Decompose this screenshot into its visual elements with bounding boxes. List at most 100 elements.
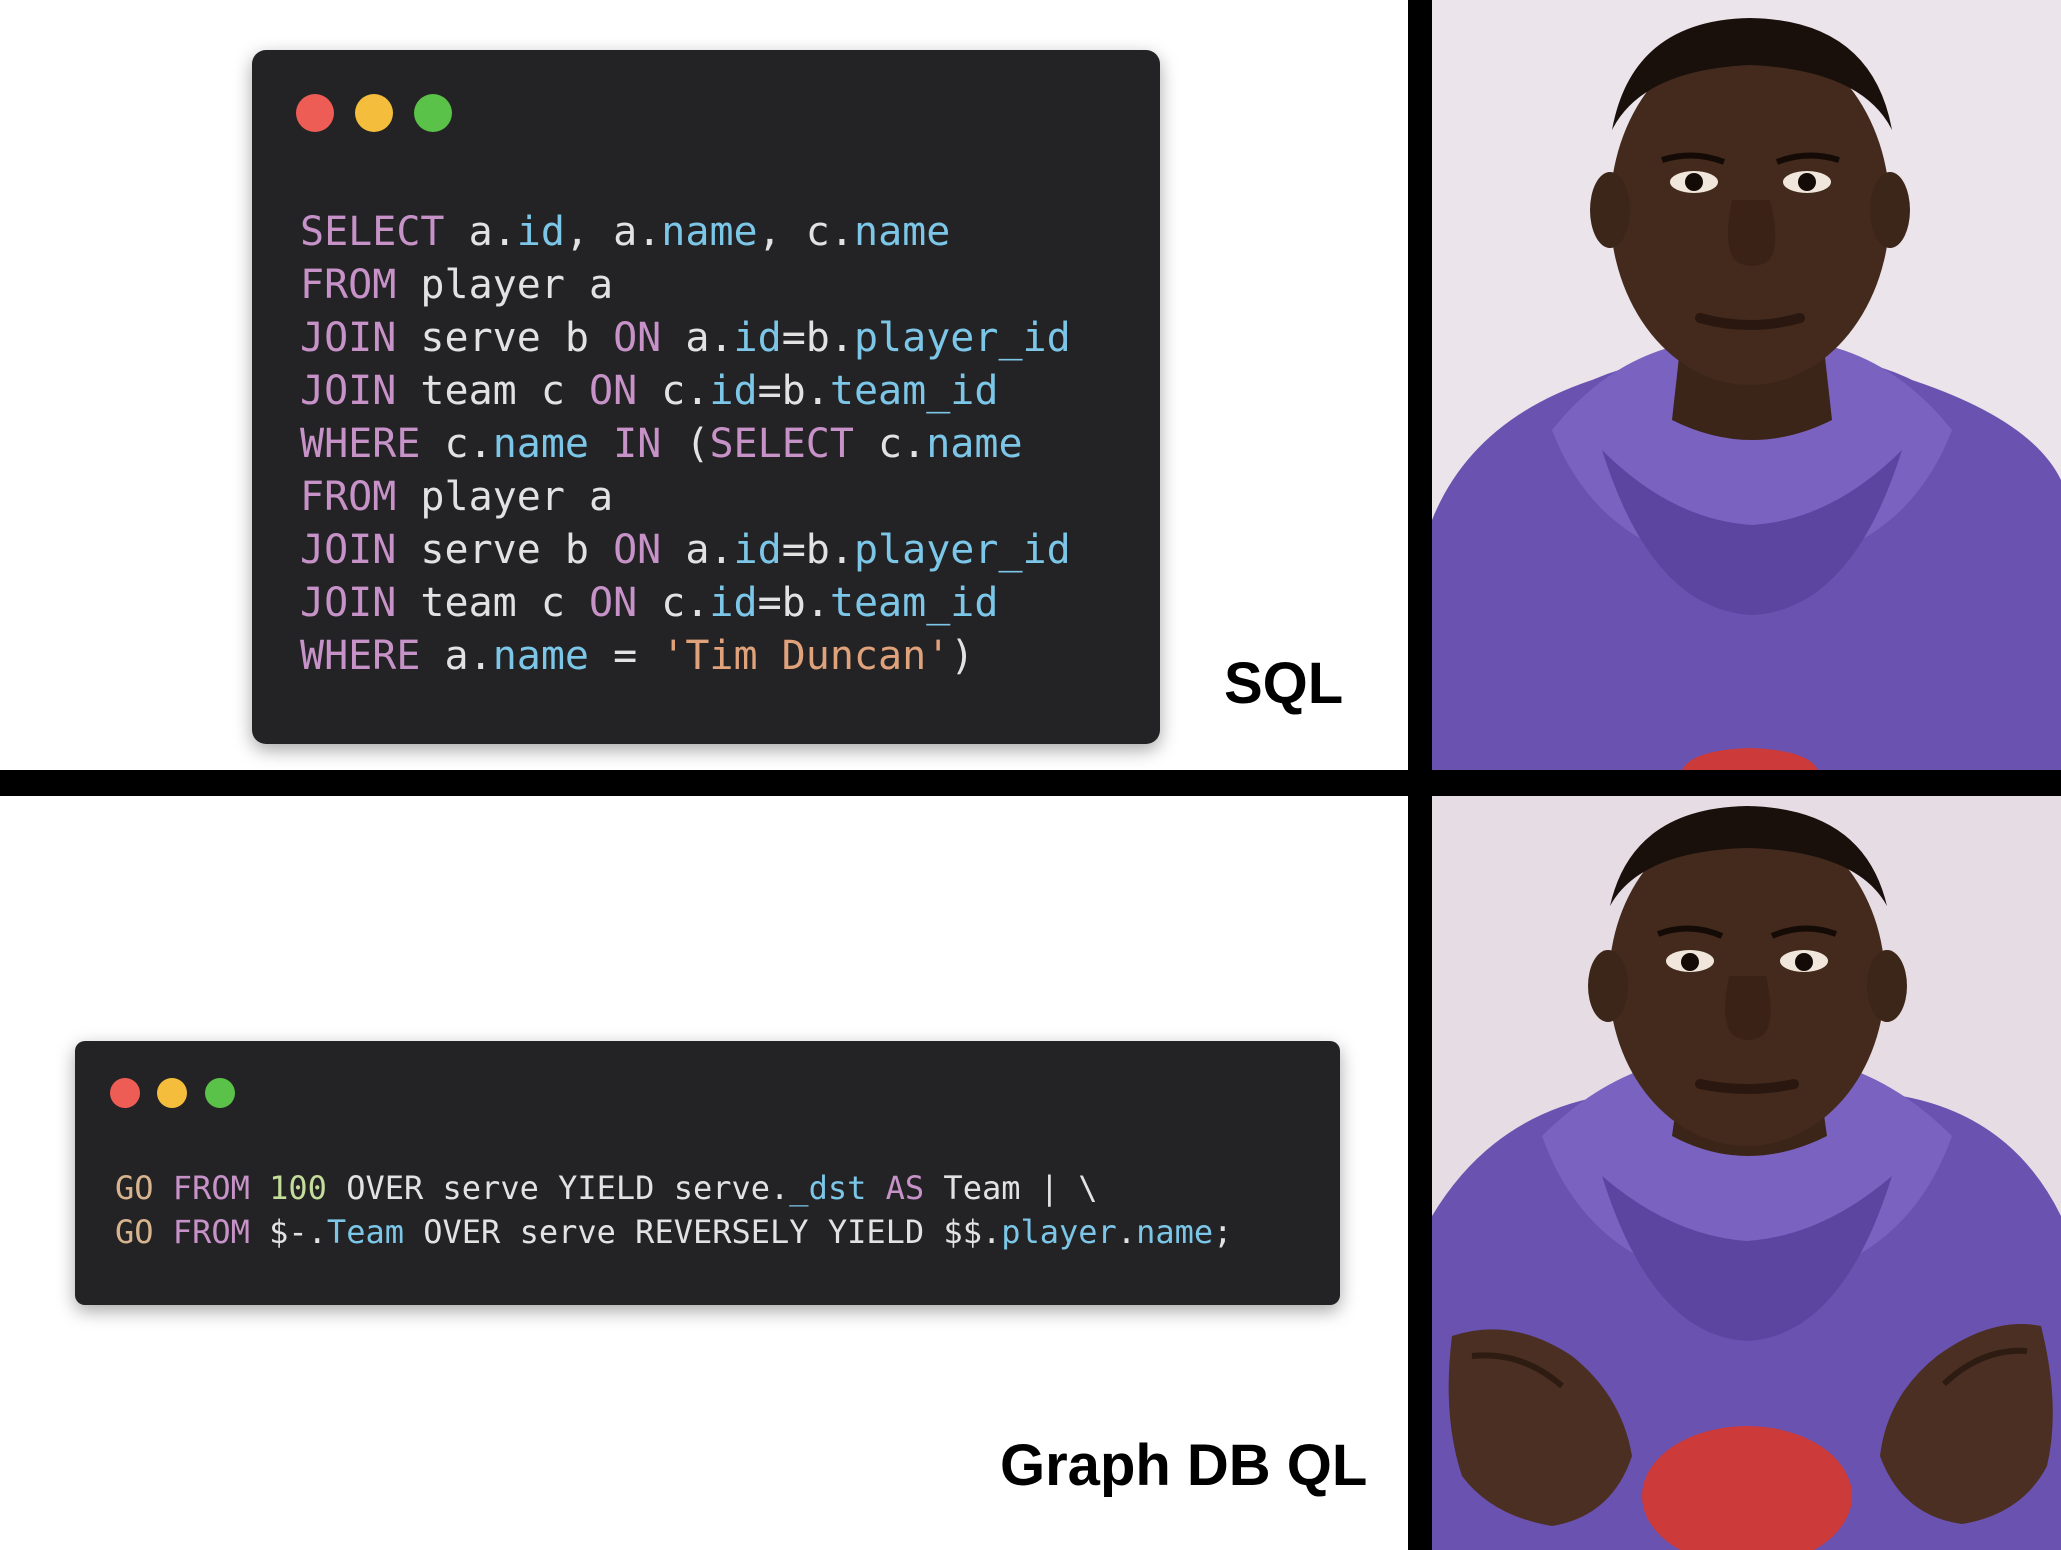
code-token: . [637, 209, 662, 255]
code-token: OVER serve REVERSELY YIELD $$ [403, 1213, 982, 1251]
code-token: a [420, 633, 469, 679]
code-token: name [853, 209, 951, 255]
close-dot-icon [296, 94, 334, 132]
code-token: team c [396, 580, 589, 626]
person-neutral-illustration [1432, 0, 2061, 770]
code-token: a [589, 209, 638, 255]
code-token: player_id [853, 527, 1071, 573]
code-token: Team | \ [924, 1169, 1098, 1207]
code-token: AS [885, 1169, 925, 1207]
code-token: ON [588, 580, 638, 626]
code-token: SELECT [300, 209, 445, 255]
code-token: a [661, 527, 710, 573]
code-line: JOIN serve b ON a.id=b.player_id [300, 315, 1071, 361]
code-token: =b [781, 315, 830, 361]
code-token: IN [613, 421, 662, 467]
code-token: id [733, 527, 782, 573]
code-token: ( [661, 421, 710, 467]
horizontal-divider [0, 770, 2061, 796]
code-line: SELECT a.id, a.name, c.name [300, 209, 950, 255]
code-token: . [468, 421, 493, 467]
code-token: player_id [853, 315, 1071, 361]
code-token: player a [396, 262, 614, 308]
bottom-reaction-photo [1432, 796, 2061, 1550]
code-token: FROM [300, 262, 397, 308]
code-token: FROM [172, 1169, 250, 1207]
code-token: =b [757, 580, 806, 626]
code-token: . [805, 368, 830, 414]
code-token: c [637, 368, 686, 414]
sql-code-block: SELECT a.id, a.name, c.name FROM player … [300, 206, 1071, 683]
code-token: 'Tim Duncan' [661, 633, 951, 679]
vertical-divider [1408, 0, 1432, 1550]
code-token: . [902, 421, 927, 467]
code-token: c [781, 209, 830, 255]
code-line: WHERE c.name IN (SELECT c.name [300, 421, 1023, 467]
code-token: name [661, 209, 758, 255]
top-reaction-photo [1432, 0, 2061, 770]
code-token: a [661, 315, 710, 361]
code-token: _dst [789, 1169, 867, 1207]
code-token: c [420, 421, 469, 467]
code-token: . [492, 209, 517, 255]
code-token: . [805, 580, 830, 626]
code-line: JOIN serve b ON a.id=b.player_id [300, 527, 1071, 573]
minimize-dot-icon [355, 94, 393, 132]
code-token: name [492, 421, 590, 467]
person-shrug-illustration [1432, 796, 2061, 1550]
code-token: WHERE [300, 633, 421, 679]
sql-code-window: SELECT a.id, a.name, c.name FROM player … [252, 50, 1160, 744]
code-line: GO FROM $-.Team OVER serve REVERSELY YIE… [115, 1213, 1232, 1251]
sql-label: SQL [1224, 651, 1344, 716]
code-token: . [685, 368, 710, 414]
graph-ql-code-block: GO FROM 100 OVER serve YIELD serve._dst … [115, 1166, 1232, 1254]
minimize-dot-icon [157, 1078, 187, 1108]
code-token: player [1001, 1213, 1117, 1251]
code-token: . [829, 315, 854, 361]
code-token: c [637, 580, 686, 626]
code-token: WHERE [300, 421, 421, 467]
code-token: , [757, 209, 782, 255]
code-line: GO FROM 100 OVER serve YIELD serve._dst … [115, 1169, 1098, 1207]
code-token: ON [613, 315, 662, 361]
code-line: FROM player a [300, 262, 613, 308]
code-token: . [709, 527, 734, 573]
close-dot-icon [110, 1078, 140, 1108]
code-token: . [685, 580, 710, 626]
code-token: . [770, 1169, 790, 1207]
code-token: GO [115, 1213, 154, 1251]
top-meme-panel: SELECT a.id, a.name, c.name FROM player … [0, 0, 1410, 770]
code-token: $- [249, 1213, 308, 1251]
code-token: ) [950, 633, 975, 679]
code-token: . [709, 315, 734, 361]
code-token: serve b [396, 315, 614, 361]
code-line: WHERE a.name = 'Tim Duncan') [300, 633, 974, 679]
code-token: . [1116, 1213, 1137, 1251]
code-token: =b [781, 527, 830, 573]
code-token: name [492, 633, 590, 679]
code-token: =b [757, 368, 806, 414]
code-token: . [829, 527, 854, 573]
code-token: c [853, 421, 903, 467]
code-token: . [829, 209, 854, 255]
code-token: SELECT [709, 421, 854, 467]
code-token: JOIN [300, 315, 397, 361]
code-token: . [468, 633, 493, 679]
code-token: team_id [829, 368, 999, 414]
code-line: JOIN team c ON c.id=b.team_id [300, 368, 998, 414]
code-line: JOIN team c ON c.id=b.team_id [300, 580, 998, 626]
code-token: id [709, 580, 758, 626]
code-token: ON [613, 527, 662, 573]
code-token: ; [1213, 1213, 1233, 1251]
code-token: id [733, 315, 782, 361]
code-token: . [981, 1213, 1002, 1251]
code-token: 100 [269, 1169, 327, 1207]
code-token: OVER serve YIELD serve [326, 1169, 771, 1207]
code-token: FROM [172, 1213, 250, 1251]
code-token: team c [396, 368, 589, 414]
